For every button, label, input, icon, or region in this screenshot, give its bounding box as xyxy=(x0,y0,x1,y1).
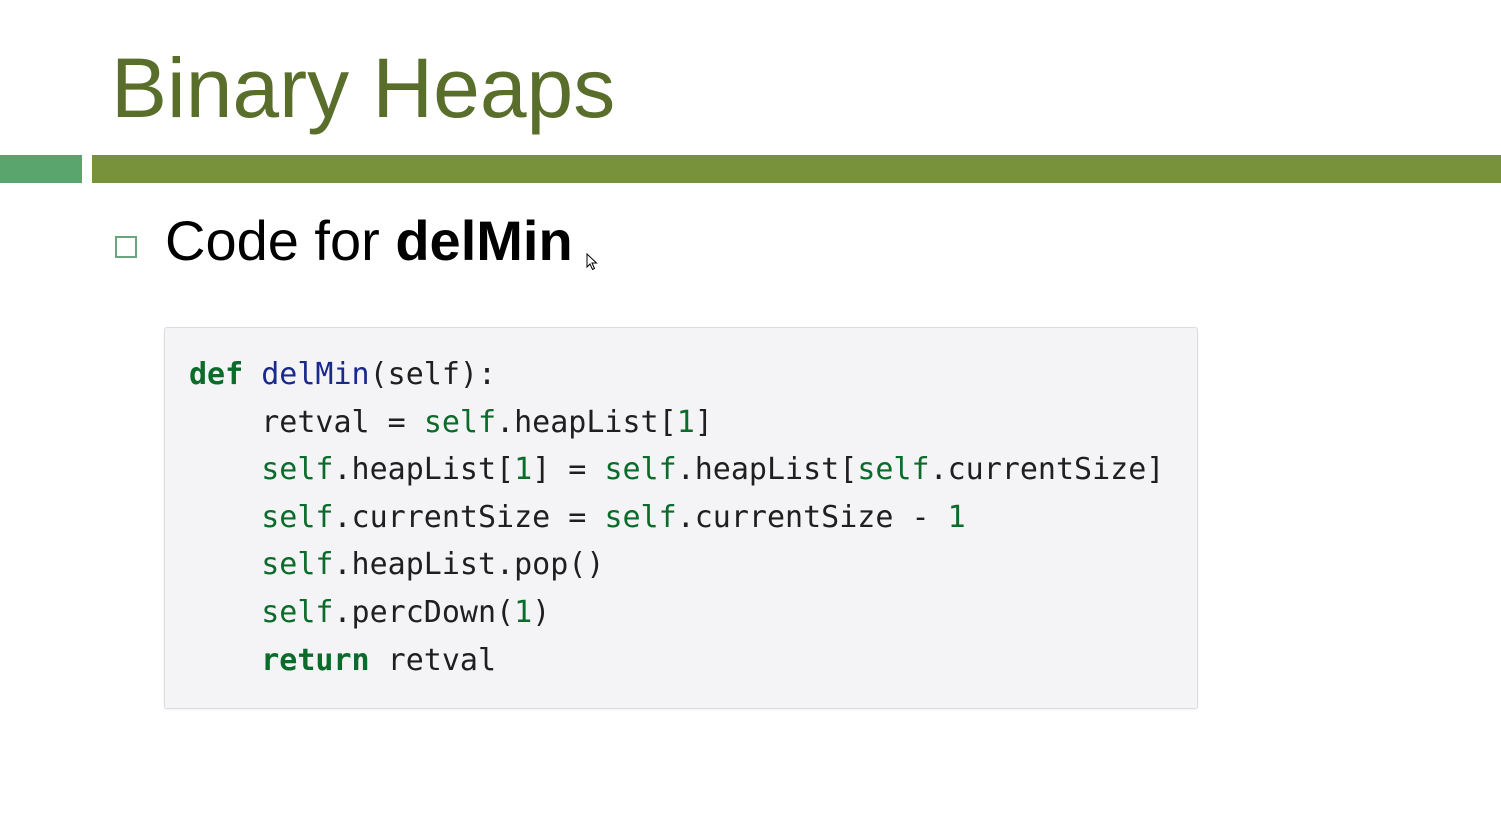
bullet-text-prefix: Code for xyxy=(165,209,396,272)
code-token: .heapList[ xyxy=(676,452,858,488)
code-token: ] = xyxy=(532,452,605,488)
code-token: self xyxy=(604,452,677,488)
code-line: self.currentSize = self.currentSize - 1 xyxy=(189,494,1164,542)
code-token: 1 xyxy=(514,594,533,630)
code-token: .currentSize] xyxy=(929,452,1165,488)
code-token: .heapList[ xyxy=(496,404,677,440)
code-token: .percDown( xyxy=(333,594,515,630)
code-line: def delMin(self): xyxy=(189,351,1164,399)
code-token: 1 xyxy=(947,499,966,535)
code-token: .heapList[ xyxy=(333,452,515,488)
code-token: ] xyxy=(694,404,713,440)
code-token: 1 xyxy=(676,404,695,440)
title-divider-bar xyxy=(92,155,1501,183)
code-token: .heapList.pop() xyxy=(333,547,605,583)
mouse-pointer-icon xyxy=(586,253,598,271)
code-token: self xyxy=(423,404,497,440)
code-token: self xyxy=(261,452,334,488)
code-token: def xyxy=(189,357,244,392)
code-token: self xyxy=(261,547,334,583)
code-token: self xyxy=(261,594,334,630)
code-token: self xyxy=(857,452,930,488)
bullet-text-emphasis: delMin xyxy=(395,209,573,272)
code-line: retval = self.heapList[1] xyxy=(189,399,1164,447)
code-token: ) xyxy=(532,594,551,630)
code-line: self.percDown(1) xyxy=(189,589,1164,637)
code-listing: def delMin(self): retval = self.heapList… xyxy=(189,351,1164,684)
code-token: self xyxy=(261,499,334,535)
code-token: (self): xyxy=(369,357,497,392)
code-line: self.heapList[1] = self.heapList[self.cu… xyxy=(189,446,1164,494)
bullet-item: Code for delMin xyxy=(165,206,573,276)
code-token: retval xyxy=(369,642,497,678)
slide-title: Binary Heaps xyxy=(111,41,616,135)
code-token: retval = xyxy=(189,404,424,440)
code-token: 1 xyxy=(514,452,533,488)
code-line: return retval xyxy=(189,637,1164,685)
code-token: delMin xyxy=(261,357,370,392)
code-token: self xyxy=(604,499,677,535)
code-token: return xyxy=(261,642,370,678)
bullet-square-icon xyxy=(115,236,137,258)
code-token: .currentSize - xyxy=(676,499,948,535)
code-line: self.heapList.pop() xyxy=(189,541,1164,589)
code-token: .currentSize = xyxy=(333,499,605,535)
title-divider-accent xyxy=(0,155,82,183)
